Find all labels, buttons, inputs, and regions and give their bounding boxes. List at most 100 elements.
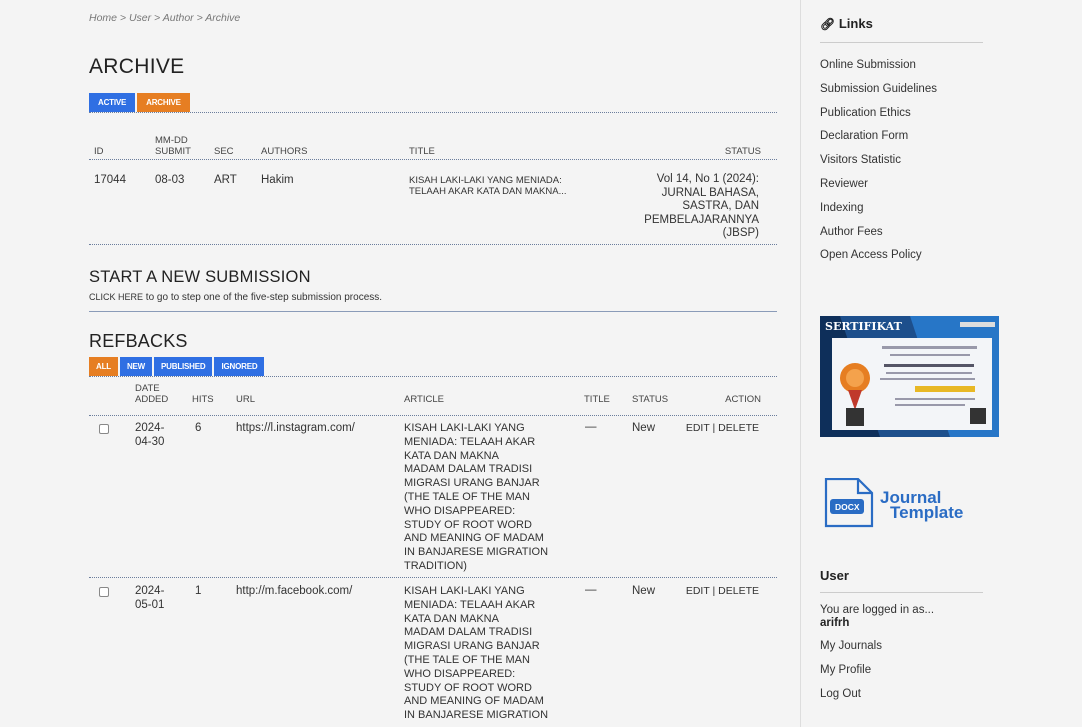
title-line: KISAH LAKI-LAKI YANG MENIADA: (409, 175, 562, 186)
col-submit-line1: MM-DD (155, 135, 188, 146)
article-line: IN BANJARESE MIGRATION (404, 709, 549, 722)
journal-template-link[interactable]: DOCX Journal Template (820, 478, 980, 528)
article-line: MENIADA: TELAAH AKAR (404, 435, 536, 448)
date-added-line1: 2024- (135, 422, 165, 434)
section: ART (214, 174, 237, 186)
submit-date: 08-03 (155, 174, 185, 186)
links-heading: 🔗︎ Links (820, 16, 873, 31)
breadcrumb: Home > User > Author > Archive (89, 12, 241, 24)
edit-link[interactable]: EDIT (686, 585, 710, 597)
refback-row: 2024- 05-01 1 http://m.facebook.com/ KIS… (89, 579, 777, 727)
refback-url-link[interactable]: https://l.instagram.com/ (236, 422, 355, 434)
sidebar-link-open-access-policy[interactable]: Open Access Policy (820, 249, 922, 261)
article-line: AND MEANING OF MADAM (404, 695, 544, 708)
submission-status[interactable]: Vol 14, No 1 (2024): JURNAL BAHASA, SAST… (644, 173, 759, 241)
article-title: KISAH LAKI-LAKI YANG MENIADA: TELAAH AKA… (404, 585, 569, 723)
user-heading: User (820, 568, 849, 583)
archive-tab-bar: ACTIVE ARCHIVE (89, 93, 190, 112)
divider (820, 592, 983, 593)
submission-id: 17044 (94, 174, 126, 186)
article-line: TRADITION) (404, 559, 467, 572)
col-date-line1: DATE (135, 383, 160, 394)
tab-active[interactable]: ACTIVE (89, 93, 136, 112)
sidebar-link-publication-ethics[interactable]: Publication Ethics (820, 107, 911, 119)
col-id: ID (94, 146, 104, 157)
article-title: KISAH LAKI-LAKI YANG MENIADA: TELAAH AKA… (404, 422, 569, 574)
title-line: TELAAH AKAR KATA DAN MAKNA... (409, 186, 567, 197)
hits-count: 6 (195, 422, 202, 434)
col-submit-line2: SUBMIT (155, 146, 191, 157)
page-title: ARCHIVE (89, 55, 185, 78)
link-chain-icon: 🔗︎ (820, 17, 836, 31)
edit-link[interactable]: EDIT (686, 422, 710, 434)
sidebar-link-my-profile[interactable]: My Profile (820, 664, 871, 676)
date-added-line2: 05-01 (135, 599, 165, 611)
click-here-link[interactable]: CLICK HERE (89, 292, 143, 302)
date-added-line1: 2024- (135, 585, 165, 597)
col-action: ACTION (725, 394, 761, 405)
status-line: PEMBELAJARANNYA (644, 213, 759, 226)
sidebar-link-declaration-form[interactable]: Declaration Form (820, 130, 908, 142)
tab-ignored[interactable]: IGNORED (214, 357, 265, 376)
tab-all[interactable]: ALL (89, 357, 118, 376)
article-line: MADAM DALAM TRADISI (404, 626, 533, 639)
divider (89, 376, 777, 377)
sidebar-link-author-fees[interactable]: Author Fees (820, 226, 883, 238)
article-line: MADAM DALAM TRADISI (404, 463, 533, 476)
article-line: WHO DISAPPEARED: (404, 667, 516, 680)
author: Hakim (261, 174, 294, 186)
tab-published[interactable]: PUBLISHED (154, 357, 213, 376)
delete-link[interactable]: DELETE (718, 585, 759, 597)
refback-row: 2024- 04-30 6 https://l.instagram.com/ K… (89, 416, 777, 578)
sidebar-link-online-submission[interactable]: Online Submission (820, 59, 916, 71)
article-line: KATA DAN MAKNA (404, 612, 499, 625)
status-line: Vol 14, No 1 (2024): (656, 173, 759, 185)
refbacks-title: REFBACKS (89, 331, 188, 351)
status-line: JURNAL BAHASA, (661, 186, 759, 199)
article-line: KISAH LAKI-LAKI YANG (404, 585, 525, 597)
certificate-graphic (820, 316, 999, 437)
article-line: STUDY OF ROOT WORD (404, 681, 532, 694)
sidebar: 🔗︎ Links Online Submission Submission Gu… (800, 0, 1082, 727)
archive-table-header: ID MM-DD SUBMIT SEC AUTHORS TITLE STATUS (89, 122, 777, 160)
refback-status: New (632, 422, 656, 434)
article-line: (THE TALE OF THE MAN (404, 490, 530, 503)
template-line2: Template (890, 503, 964, 522)
submission-title-link[interactable]: KISAH LAKI-LAKI YANG MENIADA: TELAAH AKA… (409, 175, 567, 197)
refback-actions: EDIT | DELETE (685, 422, 759, 434)
refback-url-link[interactable]: http://m.facebook.com/ (236, 585, 352, 597)
sidebar-link-submission-guidelines[interactable]: Submission Guidelines (820, 83, 937, 95)
sidebar-link-reviewer[interactable]: Reviewer (820, 178, 868, 190)
new-submission-text: to go to step one of the five-step submi… (145, 292, 383, 303)
hits-count: 1 (195, 585, 202, 597)
divider (89, 112, 777, 113)
new-submission-note: CLICK HERE to go to step one of the five… (89, 292, 382, 303)
username: arifrh (820, 617, 850, 629)
tab-new[interactable]: NEW (119, 357, 153, 376)
logged-in-text: You are logged in as... (820, 604, 935, 616)
sidebar-link-my-journals[interactable]: My Journals (820, 640, 882, 652)
delete-link[interactable]: DELETE (718, 422, 759, 434)
links-title: Links (838, 16, 873, 31)
tab-archive[interactable]: ARCHIVE (137, 93, 190, 112)
article-line: MENIADA: TELAAH AKAR (404, 598, 536, 611)
refback-checkbox[interactable] (99, 424, 109, 434)
article-line: (THE TALE OF THE MAN (404, 653, 530, 666)
sidebar-link-indexing[interactable]: Indexing (820, 202, 863, 214)
refback-title: — (585, 584, 597, 596)
article-line: WHO DISAPPEARED: (404, 504, 516, 517)
sidebar-link-log-out[interactable]: Log Out (820, 688, 861, 700)
refback-actions: EDIT | DELETE (685, 585, 759, 597)
certificate-label: SERTIFIKAT (825, 320, 902, 333)
divider (89, 311, 777, 312)
accreditation-certificate-image[interactable]: SERTIFIKAT (820, 316, 999, 437)
refback-checkbox[interactable] (99, 587, 109, 597)
date-added-line2: 04-30 (135, 436, 165, 448)
divider (820, 42, 983, 43)
col-date-line2: ADDED (135, 394, 169, 405)
archive-row: 17044 08-03 ART Hakim KISAH LAKI-LAKI YA… (89, 160, 777, 245)
refback-status: New (632, 585, 656, 597)
status-line: SASTRA, DAN (682, 200, 759, 212)
col-hits: HITS (192, 394, 214, 405)
sidebar-link-visitors-statistic[interactable]: Visitors Statistic (820, 154, 901, 166)
